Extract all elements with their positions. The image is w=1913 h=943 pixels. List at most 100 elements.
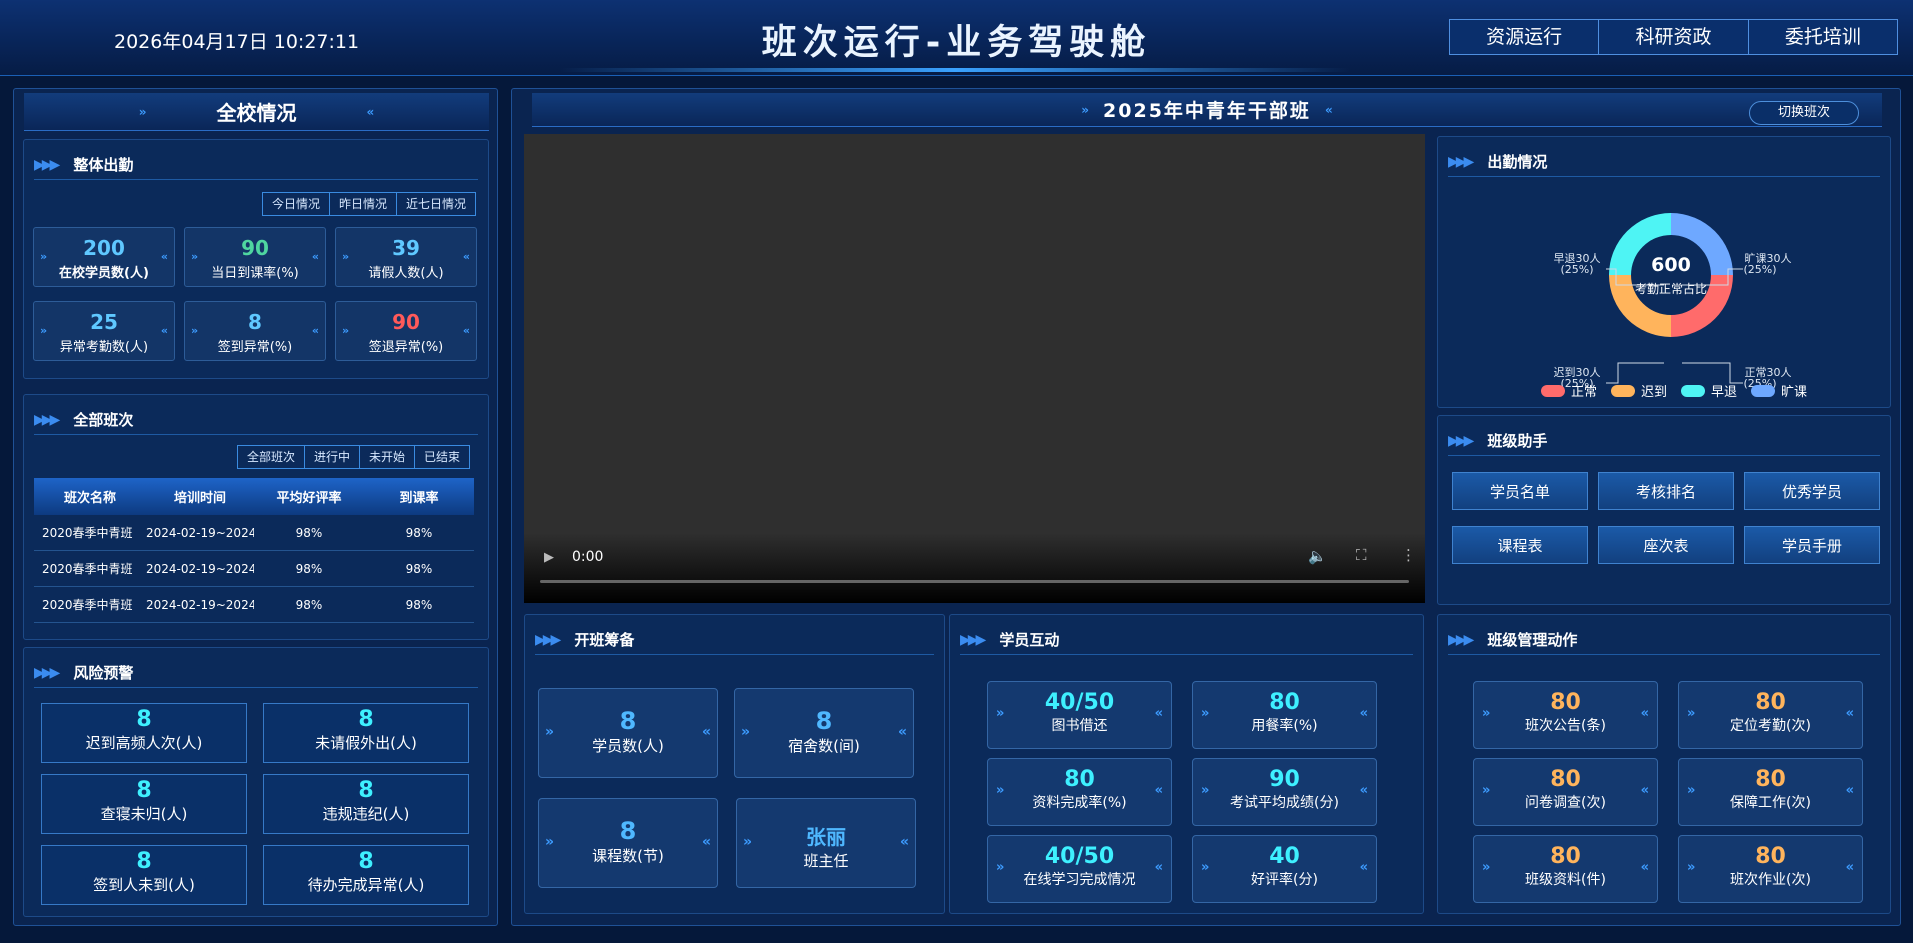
nav-research[interactable]: 科研资政 bbox=[1599, 20, 1749, 54]
fullscreen-icon[interactable]: ⛶ bbox=[1356, 546, 1367, 564]
student-interaction-section: ▶▶▶ 学员互动 » 40/50 图书借还 « » 80 用餐率(%) « » 80 资料完成率… bbox=[949, 614, 1424, 914]
section-title: 学员互动 bbox=[999, 631, 1060, 649]
table-header: 班次名称 培训时间 平均好评率 到课率 bbox=[34, 478, 474, 515]
risk-item[interactable]: 8 迟到高频人次(人) bbox=[41, 703, 247, 763]
stat-card: » 39 请假人数(人) « bbox=[335, 227, 477, 287]
nav-resource[interactable]: 资源运行 bbox=[1450, 20, 1600, 54]
play-icon[interactable]: ▶ bbox=[544, 550, 554, 565]
excellent-students-button[interactable]: 优秀学员 bbox=[1744, 472, 1880, 510]
switch-class-button[interactable]: 切换班次 bbox=[1749, 101, 1859, 125]
risk-item[interactable]: 8 查寝未归(人) bbox=[41, 774, 247, 834]
class-prep-section: ▶▶▶ 开班筹备 » 8 学员数(人) « » 8 宿舍数(间) « » 8 课程数(节) « »… bbox=[524, 614, 945, 914]
interaction-card: » 90 考试平均成绩(分) « bbox=[1192, 758, 1377, 826]
triple-chevron-icon: ▶▶▶ bbox=[1448, 432, 1474, 449]
triple-chevron-icon: ▶▶▶ bbox=[34, 156, 60, 173]
triple-chevron-icon: ▶▶▶ bbox=[34, 411, 60, 428]
label-early-leave-pct: (25%) bbox=[1560, 263, 1593, 276]
section-header: ▶▶▶ 整体出勤 bbox=[34, 150, 478, 180]
student-handbook-button[interactable]: 学员手册 bbox=[1744, 526, 1880, 564]
legend-swatch bbox=[1541, 384, 1565, 397]
legend-label: 旷课 bbox=[1781, 385, 1808, 400]
section-title: 开班筹备 bbox=[574, 631, 635, 649]
filter-in-progress[interactable]: 进行中 bbox=[305, 446, 360, 468]
label-absent-pct: (25%) bbox=[1743, 263, 1776, 276]
section-title: 全部班次 bbox=[73, 411, 134, 429]
school-panel: » 全校情况 « ▶▶▶ 整体出勤 今日情况 昨日情况 近七日情况 » 200 在校… bbox=[13, 88, 498, 926]
leader-line bbox=[1682, 362, 1743, 384]
classes-table: 班次名称 培训时间 平均好评率 到课率 2020春季中青班 2024-02-19… bbox=[34, 478, 474, 623]
risk-item[interactable]: 8 未请假外出(人) bbox=[263, 703, 469, 763]
table-row[interactable]: 2020春季中青班 2024-02-19~2024-03-01 98% 98% bbox=[34, 515, 474, 551]
school-panel-title: 全校情况 bbox=[216, 101, 297, 125]
section-title: 风险预警 bbox=[73, 664, 134, 682]
management-card[interactable]: » 80 定位考勤(次) « bbox=[1678, 681, 1863, 749]
nav-training[interactable]: 委托培训 bbox=[1749, 20, 1897, 54]
current-datetime: 2026年04月17日 10:27:11 bbox=[114, 31, 360, 53]
filter-yesterday[interactable]: 昨日情况 bbox=[330, 193, 397, 215]
timetable-button[interactable]: 课程表 bbox=[1452, 526, 1588, 564]
class-assistant-section: ▶▶▶ 班级助手 学员名单 考核排名 优秀学员 课程表 座次表 学员手册 bbox=[1437, 415, 1891, 605]
chevron-left-icon: « bbox=[366, 104, 375, 119]
video-player[interactable]: ▶ 0:00 🔈 ⛶ ⋮ bbox=[524, 134, 1425, 603]
donut-center-value: 600 bbox=[1651, 254, 1691, 276]
management-card[interactable]: » 80 问卷调查(次) « bbox=[1473, 758, 1658, 826]
seating-chart-button[interactable]: 座次表 bbox=[1598, 526, 1734, 564]
legend-swatch bbox=[1681, 384, 1706, 397]
progress-track[interactable] bbox=[540, 580, 1409, 583]
filter-seven-days[interactable]: 近七日情况 bbox=[397, 193, 475, 215]
chart-legend: 正常 迟到 早退 旷课 bbox=[1541, 381, 1807, 400]
attendance-chart-section: ▶▶▶ 出勤情况 600 考勤正常占比 早退30人 (25%) 旷课30人 (2… bbox=[1437, 136, 1891, 408]
triple-chevron-icon: ▶▶▶ bbox=[535, 631, 561, 648]
risk-item[interactable]: 8 违规违纪(人) bbox=[263, 774, 469, 834]
triple-chevron-icon: ▶▶▶ bbox=[34, 664, 60, 681]
filter-ended[interactable]: 已结束 bbox=[415, 446, 469, 468]
interaction-card: » 40/50 在线学习完成情况 « bbox=[987, 835, 1172, 903]
exam-ranking-button[interactable]: 考核排名 bbox=[1598, 472, 1734, 510]
filter-all[interactable]: 全部班次 bbox=[238, 446, 305, 468]
class-panel: » 2025年中青年干部班 « 切换班次 ▶ 0:00 🔈 ⛶ ⋮ ▶▶▶ 出勤… bbox=[511, 88, 1901, 926]
prep-card: » 8 学员数(人) « bbox=[538, 688, 718, 778]
legend-label: 早退 bbox=[1711, 385, 1738, 400]
chevron-left-icon: « bbox=[1324, 102, 1333, 117]
section-header: ▶▶▶ 班级助手 bbox=[1448, 426, 1880, 456]
filter-not-started[interactable]: 未开始 bbox=[360, 446, 415, 468]
section-header: ▶▶▶ 全部班次 bbox=[34, 405, 478, 435]
section-title: 班级管理动作 bbox=[1487, 631, 1578, 649]
overall-attendance-section: ▶▶▶ 整体出勤 今日情况 昨日情况 近七日情况 » 200 在校学员数(人) « »… bbox=[23, 139, 489, 379]
stat-card: » 8 签到异常(%) « bbox=[184, 301, 326, 361]
student-list-button[interactable]: 学员名单 bbox=[1452, 472, 1588, 510]
stat-card: » 25 异常考勤数(人) « bbox=[33, 301, 175, 361]
school-panel-header: » 全校情况 « bbox=[24, 93, 489, 131]
management-card[interactable]: » 80 班次公告(条) « bbox=[1473, 681, 1658, 749]
class-title: 2025年中青年干部班 bbox=[1103, 100, 1311, 122]
filter-today[interactable]: 今日情况 bbox=[263, 193, 330, 215]
video-time: 0:00 bbox=[572, 549, 604, 565]
section-header: ▶▶▶ 班级管理动作 bbox=[1448, 625, 1880, 655]
header-bar: 2026年04月17日 10:27:11 班次运行-业务驾驶舱 资源运行 科研资… bbox=[0, 0, 1913, 76]
legend-label: 迟到 bbox=[1641, 385, 1668, 400]
section-header: ▶▶▶ 风险预警 bbox=[34, 658, 478, 688]
triple-chevron-icon: ▶▶▶ bbox=[1448, 631, 1474, 648]
volume-icon[interactable]: 🔈 bbox=[1308, 547, 1327, 565]
leader-line bbox=[1606, 362, 1664, 384]
donut-center-label: 考勤正常占比 bbox=[1635, 281, 1707, 296]
risk-item[interactable]: 8 待办完成异常(人) bbox=[263, 845, 469, 905]
table-row[interactable]: 2020春季中青班 2024-02-19~2024-03-01 98% 98% bbox=[34, 587, 474, 623]
section-header: ▶▶▶ 开班筹备 bbox=[535, 625, 934, 655]
management-card[interactable]: » 80 保障工作(次) « bbox=[1678, 758, 1863, 826]
table-row[interactable]: 2020春季中青班 2024-02-19~2024-03-01 98% 98% bbox=[34, 551, 474, 587]
class-panel-header: » 2025年中青年干部班 « bbox=[532, 93, 1882, 127]
legend-label: 正常 bbox=[1571, 385, 1598, 400]
interaction-card: » 40 好评率(分) « bbox=[1192, 835, 1377, 903]
class-status-filter: 全部班次 进行中 未开始 已结束 bbox=[236, 445, 470, 469]
interaction-card: » 40/50 图书借还 « bbox=[987, 681, 1172, 749]
risk-item[interactable]: 8 签到人未到(人) bbox=[41, 845, 247, 905]
more-options-icon[interactable]: ⋮ bbox=[1401, 546, 1416, 564]
management-card[interactable]: » 80 班级资料(件) « bbox=[1473, 835, 1658, 903]
triple-chevron-icon: ▶▶▶ bbox=[960, 631, 986, 648]
management-card[interactable]: » 80 班次作业(次) « bbox=[1678, 835, 1863, 903]
chevron-right-icon: » bbox=[138, 104, 147, 119]
stat-card: » 90 当日到课率(%) « bbox=[184, 227, 326, 287]
section-header: ▶▶▶ 学员互动 bbox=[960, 625, 1413, 655]
section-title: 整体出勤 bbox=[73, 156, 134, 174]
